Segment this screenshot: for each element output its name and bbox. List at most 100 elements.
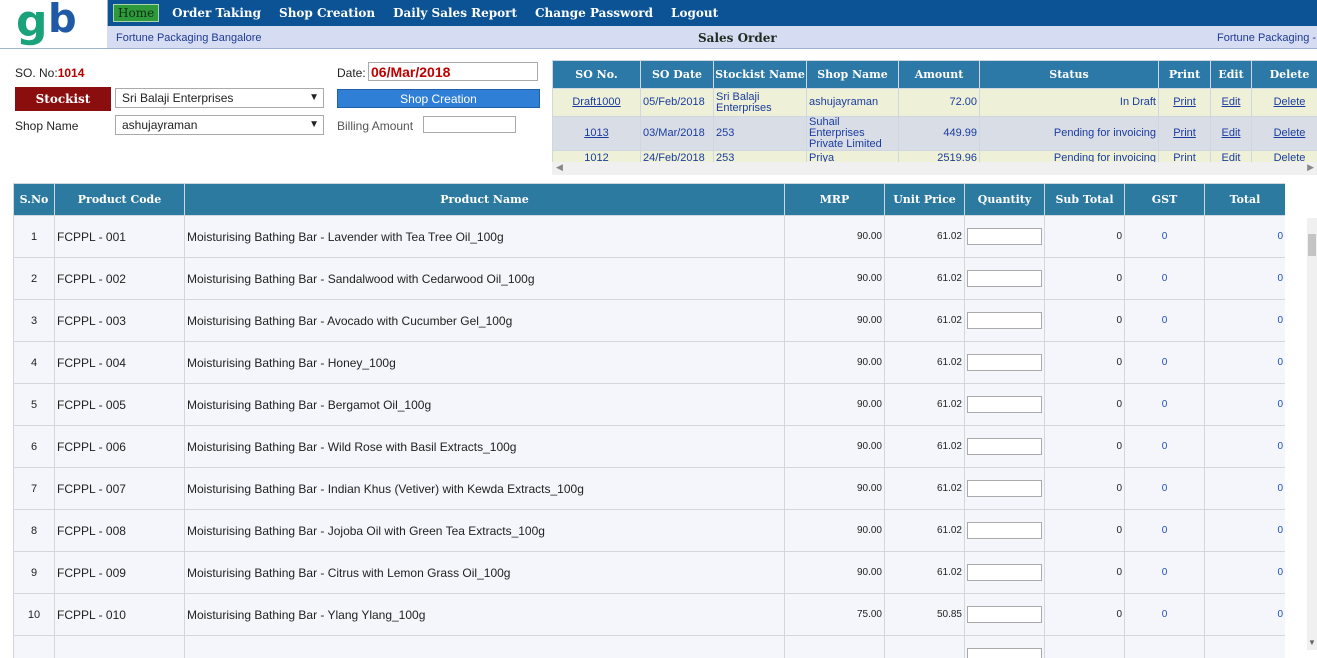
total-cell: 0: [1204, 341, 1285, 384]
row-sno-cell: 7: [13, 467, 55, 510]
col-amount: Amount: [898, 60, 980, 89]
so-table-header: SO No. SO Date Stockist Name Shop Name A…: [552, 60, 1317, 89]
delete-link[interactable]: Delete: [1274, 127, 1306, 139]
quantity-input[interactable]: [967, 522, 1042, 539]
so-row-cell: Edit: [1210, 88, 1252, 117]
mrp-cell: 90.00: [784, 215, 885, 258]
edit-link[interactable]: Edit: [1222, 96, 1241, 108]
delete-link[interactable]: Delete: [1274, 96, 1306, 108]
so-date-cell: 03/Mar/2018: [640, 116, 714, 151]
row-sno-cell: 6: [13, 425, 55, 468]
nav-home[interactable]: Home: [113, 4, 160, 22]
shop-name-select[interactable]: ashujayraman ▼: [115, 115, 324, 135]
sub-header: Fortune Packaging Bangalore Sales Order …: [107, 26, 1317, 49]
product-name-cell: Moisturising Bathing Bar - Lavender with…: [184, 215, 785, 258]
mrp-cell: 90.00: [784, 509, 885, 552]
nav-logout[interactable]: Logout: [671, 6, 718, 20]
billing-amount-input[interactable]: [423, 116, 516, 133]
so-row: Draft1000 05/Feb/2018 Sri Balaji Enterpr…: [552, 88, 1317, 117]
row-sno-cell: 10: [13, 593, 55, 636]
date-input[interactable]: 06/Mar/2018: [368, 62, 538, 81]
total-cell: 0: [1204, 593, 1285, 636]
gst-cell: 0: [1124, 341, 1205, 384]
so-number-link[interactable]: 1013: [584, 127, 608, 139]
col-gst: GST: [1124, 183, 1205, 216]
col-shop-name: Shop Name: [806, 60, 899, 89]
sub-total-cell: 0: [1044, 215, 1125, 258]
sub-total-cell: 0: [1044, 299, 1125, 342]
quantity-input[interactable]: [967, 438, 1042, 455]
print-link[interactable]: Print: [1173, 96, 1196, 108]
unit-price-cell: 61.02: [884, 257, 965, 300]
stockist-select[interactable]: Sri Balaji Enterprises ▼: [115, 88, 324, 108]
product-code-cell: FCPPL - 007: [54, 467, 185, 510]
quantity-input[interactable]: [967, 312, 1042, 329]
product-name-cell: Moisturising Bathing Bar - Honey_100g: [184, 341, 785, 384]
col-unit-price: Unit Price: [884, 183, 965, 216]
so-stockist-cell: 253: [713, 116, 807, 151]
quantity-input[interactable]: [967, 396, 1042, 413]
gst-cell: [1124, 635, 1205, 658]
total-cell: 0: [1204, 551, 1285, 594]
product-row: 8 FCPPL - 008 Moisturising Bathing Bar - J…: [13, 509, 1285, 552]
product-row: 9 FCPPL - 009 Moisturising Bathing Bar - C…: [13, 551, 1285, 594]
row-sno-cell: 2: [13, 257, 55, 300]
sub-total-cell: 0: [1044, 383, 1125, 426]
quantity-input[interactable]: [967, 606, 1042, 623]
nav-order-taking[interactable]: Order Taking: [172, 6, 261, 20]
row-sno-cell: 8: [13, 509, 55, 552]
mrp-cell: 75.00: [784, 593, 885, 636]
main-nav: Home Order Taking Shop Creation Daily Sa…: [113, 3, 736, 23]
sub-total-cell: 0: [1044, 551, 1125, 594]
quantity-cell: [964, 215, 1045, 258]
nav-shop-creation[interactable]: Shop Creation: [279, 6, 375, 20]
product-row: 3 FCPPL - 003 Moisturising Bathing Bar - A…: [13, 299, 1285, 342]
scroll-right-icon[interactable]: ▶: [1307, 162, 1314, 173]
product-name-cell: Moisturising Bathing Bar - Sandalwood wi…: [184, 257, 785, 300]
unit-price-cell: 61.02: [884, 383, 965, 426]
company-name-right: Fortune Packaging - j: [1217, 32, 1317, 44]
quantity-input[interactable]: [967, 648, 1042, 658]
scroll-down-icon[interactable]: ▼: [1308, 638, 1316, 647]
product-name-cell: Moisturising Bathing Bar - Bergamot Oil_…: [184, 383, 785, 426]
product-name-cell: [184, 635, 785, 658]
quantity-input[interactable]: [967, 354, 1042, 371]
vertical-scrollbar[interactable]: ▼: [1307, 218, 1317, 650]
edit-link[interactable]: Edit: [1222, 127, 1241, 139]
total-cell: 0: [1204, 383, 1285, 426]
quantity-input[interactable]: [967, 270, 1042, 287]
so-status-cell: Pending for invoicing: [979, 116, 1159, 151]
so-number-value: 1014: [57, 66, 85, 80]
nav-change-password[interactable]: Change Password: [535, 6, 653, 20]
mrp-cell: [784, 635, 885, 658]
scrollbar-thumb[interactable]: [1308, 234, 1316, 256]
quantity-input[interactable]: [967, 480, 1042, 497]
scroll-left-icon[interactable]: ◀: [556, 162, 563, 173]
svg-text:g: g: [16, 2, 48, 46]
gst-cell: 0: [1124, 467, 1205, 510]
gst-cell: 0: [1124, 215, 1205, 258]
gst-cell: 0: [1124, 299, 1205, 342]
quantity-cell: [964, 467, 1045, 510]
quantity-input[interactable]: [967, 228, 1042, 245]
sub-total-cell: 0: [1044, 467, 1125, 510]
gst-cell: 0: [1124, 593, 1205, 636]
row-sno-cell: 5: [13, 383, 55, 426]
product-code-cell: FCPPL - 002: [54, 257, 185, 300]
nav-daily-sales-report[interactable]: Daily Sales Report: [393, 6, 517, 20]
so-amount-cell: 72.00: [898, 88, 980, 117]
shop-creation-button[interactable]: Shop Creation: [337, 89, 540, 108]
print-link[interactable]: Print: [1173, 127, 1196, 139]
svg-text:b: b: [48, 2, 77, 42]
horizontal-scrollbar[interactable]: ◀ ▶: [552, 162, 1317, 175]
quantity-cell: [964, 425, 1045, 468]
gst-cell: 0: [1124, 509, 1205, 552]
so-number-link[interactable]: Draft1000: [572, 96, 620, 108]
gst-cell: 0: [1124, 425, 1205, 468]
so-shop-cell: ashujayraman: [806, 88, 899, 117]
product-code-cell: FCPPL - 003: [54, 299, 185, 342]
unit-price-cell: [884, 635, 965, 658]
sub-total-cell: 0: [1044, 257, 1125, 300]
quantity-cell: [964, 593, 1045, 636]
quantity-input[interactable]: [967, 564, 1042, 581]
